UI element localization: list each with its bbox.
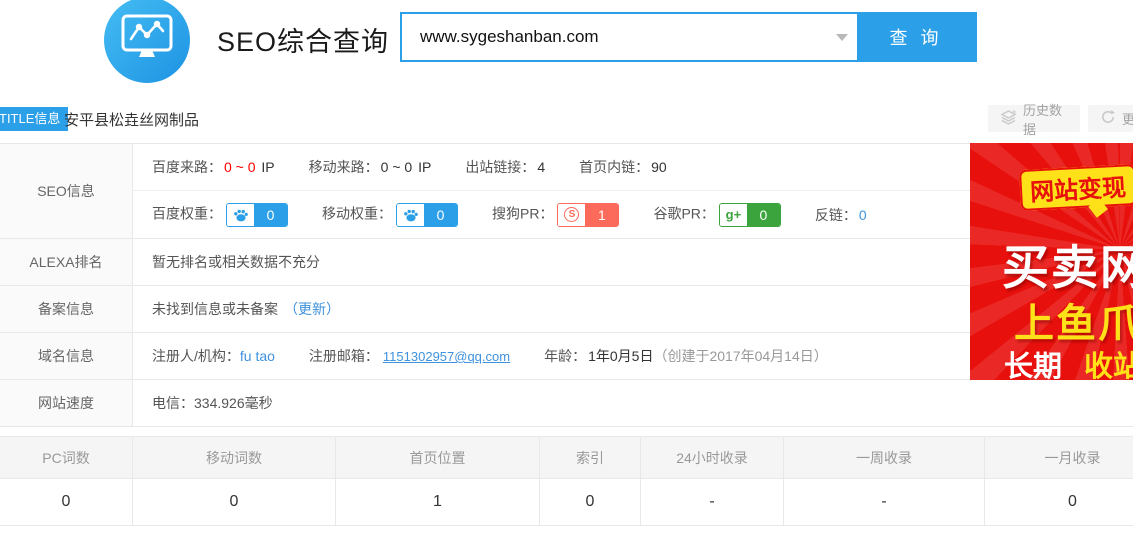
url-input[interactable]: [402, 14, 827, 60]
stat-month: 0: [985, 479, 1133, 525]
outbound-links: 出站链接：4: [465, 157, 545, 177]
column-header-pc-words: PC词数: [0, 437, 133, 478]
registrant: 注册人/机构：fu tao: [152, 346, 275, 366]
site-title-text: 安平县松垚丝网制品: [64, 109, 199, 130]
stat-index: 0: [540, 479, 641, 525]
column-header-mobile-words: 移动词数: [133, 437, 336, 478]
query-button[interactable]: 查 询: [857, 14, 975, 60]
speed-content: 电信：334.926毫秒: [152, 393, 273, 413]
table-row-seo: SEO信息 百度来路：0 ~ 0 IP 移动来路：0 ~ 0 IP 出站链接：4…: [0, 144, 1133, 239]
column-header-week: 一周收录: [784, 437, 985, 478]
layers-icon: [1000, 109, 1017, 129]
ad-bubble-text: 网站变现: [1019, 164, 1133, 211]
baidu-traffic: 百度来路：0 ~ 0 IP: [152, 157, 275, 177]
alexa-content: 暂无排名或相关数据不充分: [152, 252, 320, 272]
icp-content: 未找到信息或未备案: [152, 299, 278, 319]
refresh-icon: [1100, 109, 1116, 128]
google-pr-badge[interactable]: g+0: [719, 203, 781, 227]
refresh-button[interactable]: 更新: [1088, 105, 1133, 132]
ad-headline: 买卖网站: [1002, 229, 1133, 298]
column-header-index: 索引: [540, 437, 641, 478]
row-label: 网站速度: [0, 380, 133, 426]
seo-query-page: SEO综合查询 查 询 TITLE信息 安平县松垚丝网制品 历史数据 更新: [0, 0, 1133, 535]
mobile-weight-badge[interactable]: 0: [396, 203, 458, 227]
keyword-stats-table: PC词数 移动词数 首页位置 索引 24小时收录 一周收录 一月收录 0 0 1…: [0, 436, 1133, 526]
column-header-month: 一月收录: [985, 437, 1133, 478]
domain-age: 年龄：1年0月5日（创建于2017年04月14日）: [544, 346, 828, 366]
refresh-label: 更新: [1122, 109, 1133, 128]
stats-header-row: PC词数 移动词数 首页位置 索引 24小时收录 一周收录 一月收录: [0, 437, 1133, 479]
register-email: 注册邮箱：1151302957@qq.com: [309, 346, 510, 366]
icp-update-link[interactable]: （更新）: [284, 299, 340, 319]
history-data-button[interactable]: 历史数据: [988, 105, 1080, 132]
search-bar: 查 询: [400, 12, 977, 62]
app-logo: [104, 0, 190, 83]
home-inner-links: 首页内链：90: [579, 157, 667, 177]
google-plus-icon: g+: [720, 204, 747, 226]
row-label: 域名信息: [0, 333, 133, 379]
row-label: ALEXA排名: [0, 239, 133, 285]
stat-24h: -: [641, 479, 784, 525]
monitor-chart-icon: [119, 12, 175, 69]
backlinks: 反链：0: [815, 205, 867, 225]
chevron-down-icon: [836, 34, 848, 41]
stat-home-position: 1: [336, 479, 540, 525]
baidu-paw-icon: [227, 204, 254, 226]
domain-created-note: （创建于2017年04月14日）: [653, 348, 827, 364]
row-label: 备案信息: [0, 286, 133, 332]
sogou-pr: 搜狗PR：S1: [492, 203, 619, 227]
stats-value-row: 0 0 1 0 - - 0: [0, 479, 1133, 526]
table-row-domain: 域名信息 注册人/机构：fu tao 注册邮箱：1151302957@qq.co…: [0, 333, 1133, 380]
stat-pc-words: 0: [0, 479, 133, 525]
table-row-speed: 网站速度 电信：334.926毫秒: [0, 380, 1133, 427]
sogou-icon: S: [558, 204, 585, 226]
column-header-24h: 24小时收录: [641, 437, 784, 478]
column-header-home-position: 首页位置: [336, 437, 540, 478]
mobile-traffic: 移动来路：0 ~ 0 IP: [309, 157, 432, 177]
page-title: SEO综合查询: [217, 20, 389, 59]
history-data-label: 历史数据: [1023, 100, 1068, 138]
email-link[interactable]: 1151302957@qq.com: [383, 349, 510, 364]
ad-subline: 上鱼爪: [1014, 291, 1133, 349]
registrant-link[interactable]: fu tao: [240, 348, 275, 364]
baidu-weight: 百度权重：0: [152, 203, 288, 227]
stat-mobile-words: 0: [133, 479, 336, 525]
history-dropdown-toggle[interactable]: [827, 14, 857, 60]
google-pr: 谷歌PR：g+0: [653, 203, 780, 227]
baidu-weight-badge[interactable]: 0: [226, 203, 288, 227]
table-row-alexa: ALEXA排名 暂无排名或相关数据不充分: [0, 239, 1133, 286]
title-info-badge: TITLE信息: [0, 107, 68, 131]
row-label: SEO信息: [0, 144, 133, 238]
ad-footline: 长期收站: [1004, 343, 1133, 380]
sogou-pr-badge[interactable]: S1: [557, 203, 619, 227]
baidu-paw-icon: [397, 204, 424, 226]
stat-week: -: [784, 479, 985, 525]
mobile-weight: 移动权重：0: [322, 203, 458, 227]
table-row-icp: 备案信息 未找到信息或未备案 （更新）: [0, 286, 1133, 333]
seo-info-table: SEO信息 百度来路：0 ~ 0 IP 移动来路：0 ~ 0 IP 出站链接：4…: [0, 143, 1133, 427]
ad-banner[interactable]: 网站变现 买卖网站 上鱼爪 长期收站: [970, 143, 1133, 380]
